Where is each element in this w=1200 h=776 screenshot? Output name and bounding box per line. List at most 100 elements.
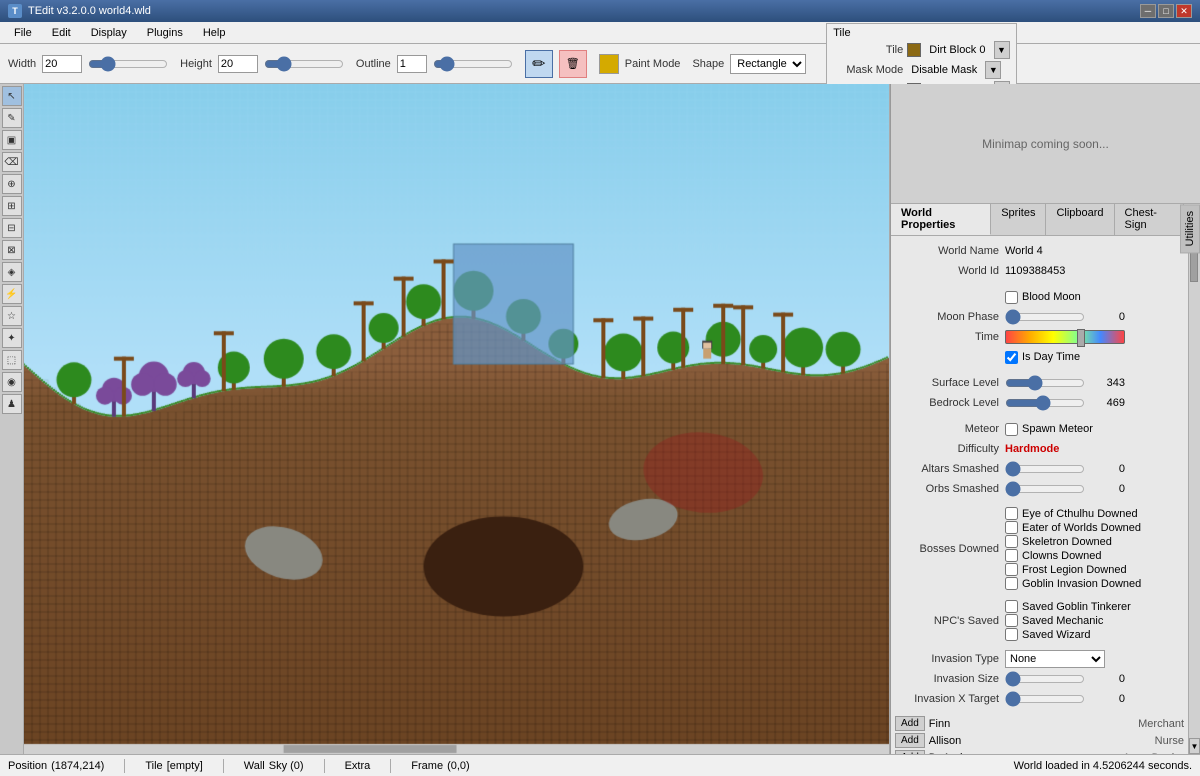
status-extra: Extra [345, 760, 371, 772]
left-tool-region[interactable]: ⬚ [2, 350, 22, 370]
scroll-thumb[interactable] [1190, 252, 1198, 282]
width-slider[interactable] [88, 57, 168, 71]
world-id-value: 1109388453 [1005, 265, 1184, 277]
tab-clipboard[interactable]: Clipboard [1046, 204, 1114, 235]
clowns-checkbox[interactable] [1005, 549, 1018, 562]
panel-scrollbar: ▲ ▼ [1188, 236, 1200, 754]
is-day-time-checkbox[interactable] [1005, 351, 1018, 364]
left-tool-npc[interactable]: ♟ [2, 394, 22, 414]
width-input[interactable] [42, 55, 82, 73]
canvas-area[interactable] [24, 84, 890, 754]
shape-select[interactable]: Rectangle Ellipse [730, 54, 806, 74]
properties-container: World Name World 4 World Id 1109388453 B… [891, 236, 1200, 754]
height-slider[interactable] [264, 57, 344, 71]
left-tool-pencil[interactable]: ✎ [2, 108, 22, 128]
left-tool-sprite[interactable]: ☆ [2, 306, 22, 326]
npc-add-btn-2[interactable]: Add [895, 750, 925, 754]
left-tool-paste[interactable]: ⊠ [2, 240, 22, 260]
skeletron-checkbox[interactable] [1005, 535, 1018, 548]
invasion-size-row: Invasion Size 0 [895, 670, 1184, 688]
time-label: Time [895, 331, 1005, 343]
close-button[interactable]: ✕ [1176, 4, 1192, 18]
extra-label: Extra [345, 760, 371, 772]
meteor-checkbox[interactable] [1005, 423, 1018, 436]
maximize-button[interactable]: □ [1158, 4, 1174, 18]
invasion-x-target-slider[interactable] [1005, 693, 1085, 705]
wall-label: Wall [244, 760, 265, 772]
npc-type-2: Arms Dealer [1123, 752, 1184, 755]
color-swatch[interactable] [599, 54, 619, 74]
terrain-canvas[interactable] [24, 84, 889, 754]
tab-world-properties[interactable]: World Properties [891, 204, 991, 235]
minimap: Minimap coming soon... [891, 84, 1200, 204]
npc-add-btn-0[interactable]: Add [895, 716, 925, 731]
left-tool-eyedropper[interactable]: ⊕ [2, 174, 22, 194]
saved-mechanic-row: Saved Mechanic [1005, 614, 1184, 627]
pencil-tool[interactable]: ✏ [525, 50, 553, 78]
menu-help[interactable]: Help [193, 25, 236, 41]
moon-phase-slider[interactable] [1005, 311, 1085, 323]
bedrock-level-slider[interactable] [1005, 397, 1085, 409]
saved-mechanic-checkbox[interactable] [1005, 614, 1018, 627]
eater-of-worlds-checkbox[interactable] [1005, 521, 1018, 534]
frost-legion-checkbox[interactable] [1005, 563, 1018, 576]
left-tool-arrow[interactable]: ↖ [2, 86, 22, 106]
tile-dropdown-btn[interactable]: ▼ [994, 41, 1010, 59]
invasion-size-slider[interactable] [1005, 673, 1085, 685]
left-tool-wire[interactable]: ⚡ [2, 284, 22, 304]
eye-of-cthulhu-checkbox[interactable] [1005, 507, 1018, 520]
menu-file[interactable]: File [4, 25, 42, 41]
orbs-smashed-slider[interactable] [1005, 483, 1085, 495]
left-tool-brush[interactable]: ✦ [2, 328, 22, 348]
saved-wizard-label: Saved Wizard [1022, 629, 1090, 641]
npc-row-2: Add DeAndre Arms Dealer [895, 750, 1184, 754]
left-tool-eraser[interactable]: ⌫ [2, 152, 22, 172]
altars-smashed-slider[interactable] [1005, 463, 1085, 475]
left-tool-morph[interactable]: ◈ [2, 262, 22, 282]
left-tool-chest[interactable]: ◉ [2, 372, 22, 392]
saved-wizard-checkbox[interactable] [1005, 628, 1018, 641]
frost-legion-row: Frost Legion Downed [1005, 563, 1184, 576]
menu-plugins[interactable]: Plugins [137, 25, 193, 41]
time-thumb[interactable] [1077, 329, 1085, 347]
tab-sprites[interactable]: Sprites [991, 204, 1046, 235]
left-tool-fill[interactable]: ▣ [2, 130, 22, 150]
clowns-row: Clowns Downed [1005, 549, 1184, 562]
invasion-size-label: Invasion Size [895, 673, 1005, 685]
blood-moon-checkbox[interactable] [1005, 291, 1018, 304]
invasion-x-target-label: Invasion X Target [895, 693, 1005, 705]
invasion-type-select[interactable]: None Goblin Army Frost Legion [1005, 650, 1105, 668]
surface-level-row: Surface Level 343 [895, 374, 1184, 392]
tab-chest-sign[interactable]: Chest-Sign [1115, 204, 1185, 235]
height-input[interactable] [218, 55, 258, 73]
tile-value: Dirt Block 0 [929, 44, 985, 56]
scroll-down-btn[interactable]: ▼ [1189, 738, 1200, 754]
bedrock-level-row: Bedrock Level 469 [895, 394, 1184, 412]
is-day-time-label: Is Day Time [1022, 351, 1080, 363]
status-sep-3 [324, 759, 325, 773]
tile-status-label: Tile [145, 760, 162, 772]
minimize-button[interactable]: ─ [1140, 4, 1156, 18]
surface-level-slider[interactable] [1005, 377, 1085, 389]
npcs-saved-list: Saved Goblin Tinkerer Saved Mechanic Sav… [1005, 599, 1184, 642]
scroll-track [1189, 252, 1200, 738]
npc-add-btn-1[interactable]: Add [895, 733, 925, 748]
utilities-tab[interactable]: Utilities [1180, 204, 1200, 253]
eraser-tool[interactable]: 🗑 [559, 50, 587, 78]
shape-label: Shape [692, 58, 724, 70]
mask-mode-dropdown-btn[interactable]: ▼ [985, 61, 1001, 79]
outline-input[interactable] [397, 55, 427, 73]
app-icon: T [8, 4, 22, 18]
time-slider[interactable] [1005, 330, 1125, 344]
left-tool-select[interactable]: ⊞ [2, 196, 22, 216]
goblin-invasion-checkbox[interactable] [1005, 577, 1018, 590]
left-tool-copy[interactable]: ⊟ [2, 218, 22, 238]
saved-goblin-checkbox[interactable] [1005, 600, 1018, 613]
orbs-smashed-value: 0 [1085, 483, 1125, 495]
menu-edit[interactable]: Edit [42, 25, 81, 41]
left-toolbar: ↖ ✎ ▣ ⌫ ⊕ ⊞ ⊟ ⊠ ◈ ⚡ ☆ ✦ ⬚ ◉ ♟ [0, 84, 24, 754]
menu-display[interactable]: Display [81, 25, 137, 41]
right-panel: Minimap coming soon... World Properties … [890, 84, 1200, 754]
invasion-type-row: Invasion Type None Goblin Army Frost Leg… [895, 650, 1184, 668]
outline-slider[interactable] [433, 57, 513, 71]
